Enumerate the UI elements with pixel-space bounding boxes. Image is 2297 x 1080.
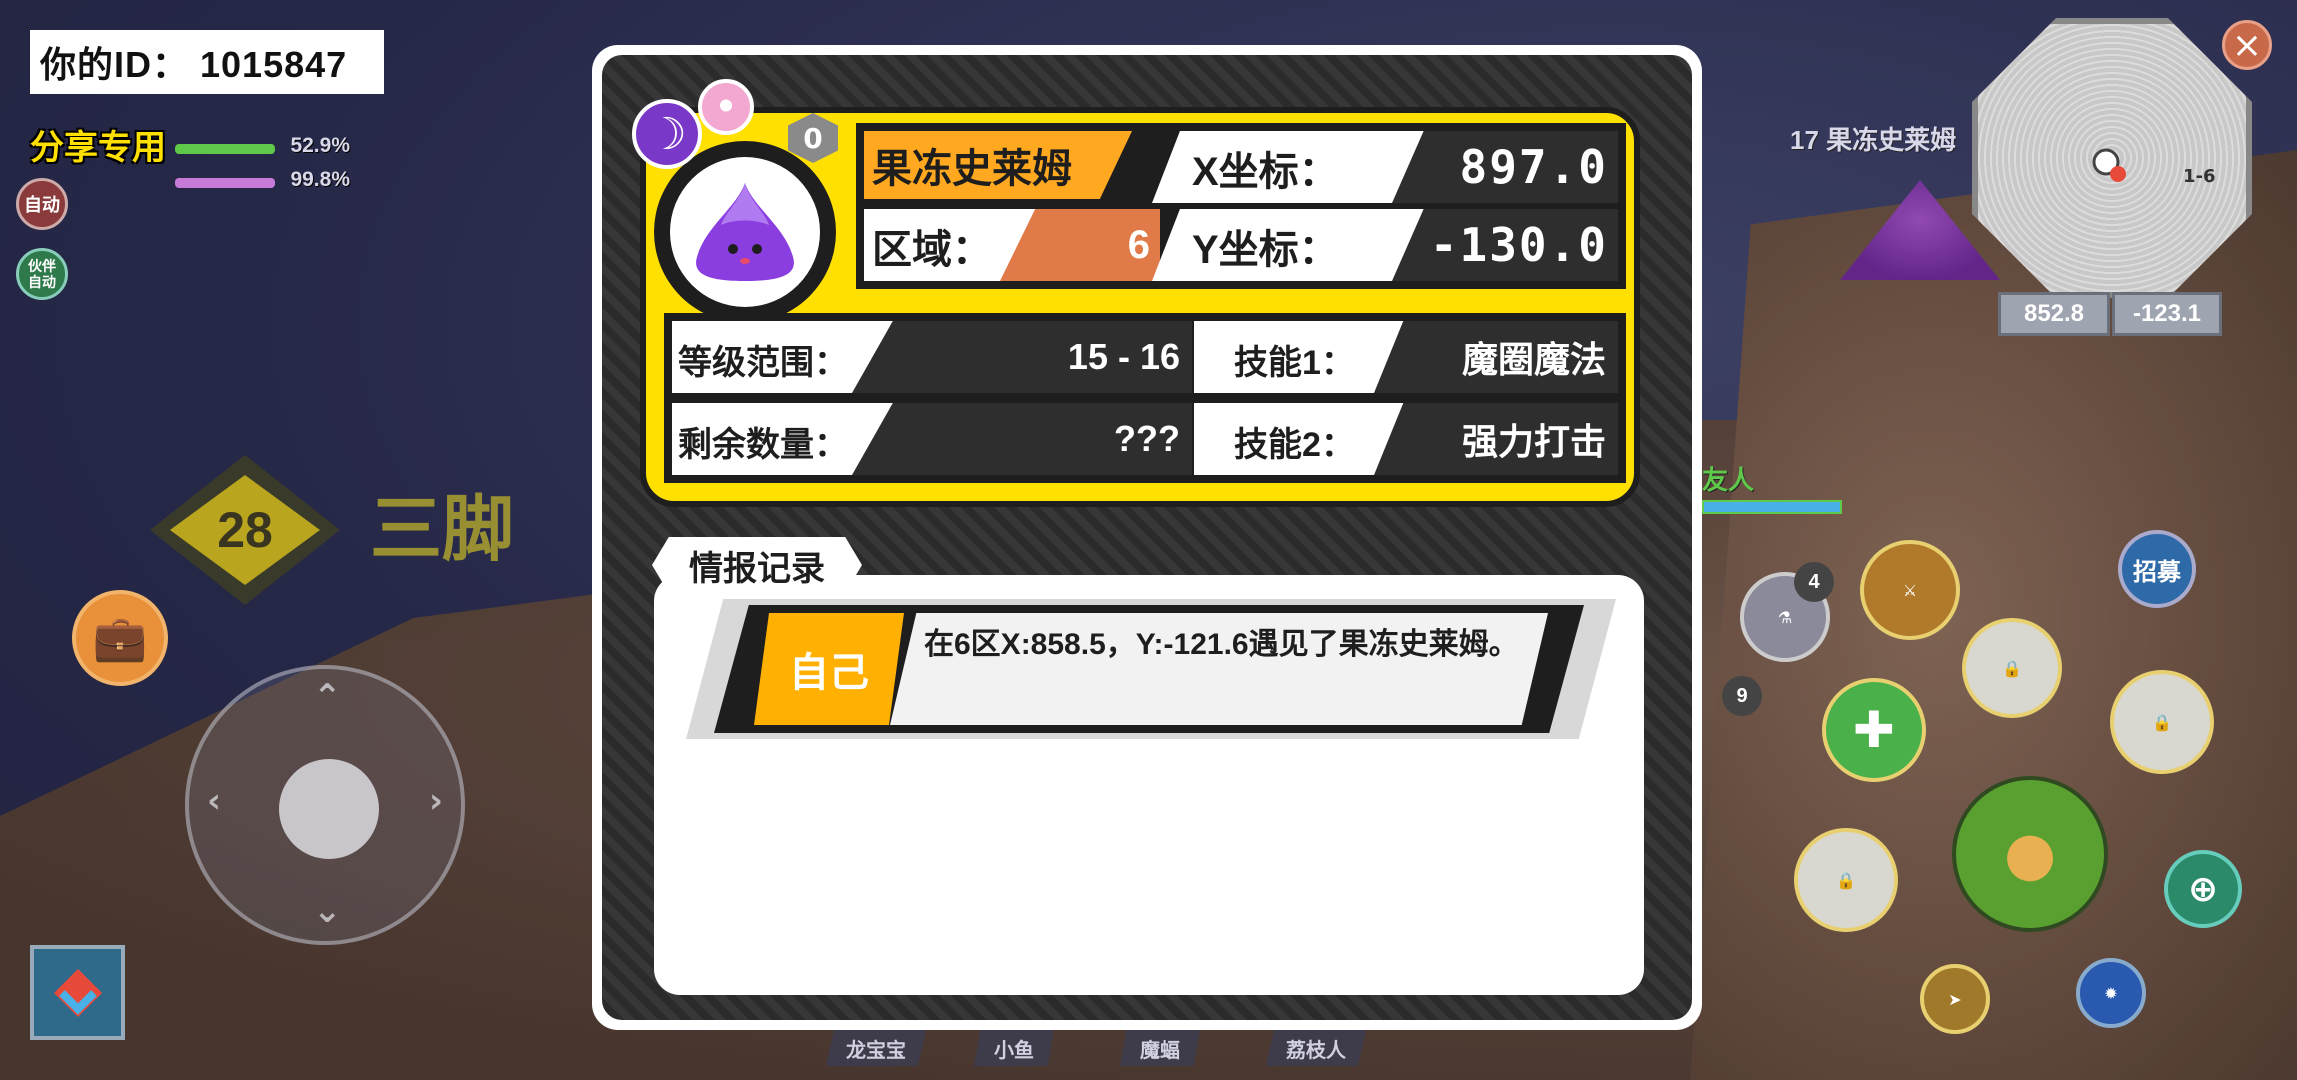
map-toggle-button[interactable]	[30, 945, 125, 1040]
monster-card: ☽ ⚫ 0 果冻史莱姆 区域： 6 X坐标： 897.0 Y坐标： -130.0	[632, 79, 1640, 507]
joystick-down-arrow-icon: ⌄	[313, 891, 342, 931]
player-marker-icon	[2092, 148, 2126, 182]
log-entry-text: 在6区X:858.5，Y:-121.6遇见了果冻史莱姆。	[924, 628, 1519, 661]
remaining-row: 剩余数量： ???	[672, 403, 1192, 475]
area-value: 6	[1000, 209, 1160, 281]
potion-count: 4	[1794, 562, 1834, 602]
minimap[interactable]: 1-6	[1972, 18, 2252, 298]
level-range-value: 15 - 16	[852, 321, 1192, 393]
partner-auto-button[interactable]: 伙伴 自动	[16, 248, 68, 300]
bag-icon: 💼	[92, 613, 148, 664]
level-range-label: 等级范围：	[678, 344, 848, 382]
chat-icon: ⚫	[698, 79, 754, 135]
ally-hp-bar	[1702, 500, 1842, 514]
log-entry: 自己 在6区X:858.5，Y:-121.6遇见了果冻史莱姆。	[686, 599, 1616, 739]
dash-button[interactable]: ➤	[1920, 964, 1990, 1034]
world-target-label: 17 果冻史莱姆	[1790, 125, 1957, 155]
joystick-right-arrow-icon: ›	[429, 781, 444, 821]
bottom-tab-1[interactable]: 小鱼	[974, 1030, 1054, 1066]
monster-stats: 等级范围： 15 - 16 技能1： 魔圈魔法 剩余数量： ??? 技能2： 强…	[664, 313, 1626, 483]
player-coord-x: 852.8	[1998, 292, 2110, 336]
lock-icon: 🔒	[2002, 658, 2022, 678]
hp-bar	[175, 144, 275, 154]
mp-bar	[175, 178, 275, 188]
x-coord-value: 897.0	[1392, 131, 1618, 203]
target-button[interactable]: ⊕	[2164, 850, 2242, 928]
log-entry-frame: 自己 在6区X:858.5，Y:-121.6遇见了果冻史莱姆。	[714, 605, 1584, 733]
crosshair-icon: ⊕	[2187, 868, 2219, 910]
area-label: 区域：	[872, 228, 992, 272]
close-icon: ×	[2231, 24, 2263, 66]
monster-name: 果冻史莱姆	[864, 131, 1132, 199]
intel-log-panel[interactable]: 自己 在6区X:858.5，Y:-121.6遇见了果冻史莱姆。	[654, 575, 1644, 995]
y-coord-row: Y坐标： -130.0	[1152, 209, 1618, 281]
virtual-joystick[interactable]: ⌃ ⌄ ‹ ›	[185, 665, 465, 945]
swirl-icon: ✹	[2104, 983, 2118, 1003]
bullet-icon: ●	[2003, 819, 2057, 889]
log-entry-who: 自己	[754, 613, 904, 725]
joystick-knob[interactable]	[279, 759, 379, 859]
joystick-up-arrow-icon: ⌃	[313, 677, 342, 717]
portrait-ring	[654, 141, 836, 323]
area-row: 区域： 6	[864, 209, 1160, 281]
player-bars: 52.9% 99.8%	[175, 134, 350, 206]
recruit-button[interactable]: 招募	[2118, 530, 2196, 608]
item-count: 9	[1722, 676, 1762, 716]
skill2-label: 技能2：	[1234, 426, 1355, 464]
sword-icon: ⚔	[1902, 580, 1918, 600]
skill1-value: 魔圈魔法	[1374, 321, 1618, 393]
skill2-row: 技能2： 强力打击	[1194, 403, 1618, 475]
intel-log-tab[interactable]: 情报记录	[652, 537, 862, 593]
skill-slot-4[interactable]: 🔒	[1794, 828, 1898, 932]
player-id-box: 你的ID： 1015847	[30, 30, 384, 94]
panel-inner: ☽ ⚫ 0 果冻史莱姆 区域： 6 X坐标： 897.0 Y坐标： -130.0	[602, 55, 1692, 1020]
y-coord-value: -130.0	[1392, 209, 1618, 281]
joystick-left-arrow-icon: ‹	[207, 781, 222, 821]
potion-icon: ⚗	[1777, 607, 1793, 627]
minimap-zone-code: 1-6	[2183, 166, 2216, 187]
moon-icon: ☽	[632, 99, 702, 169]
hp-percent: 52.9%	[290, 134, 350, 157]
monster-portrait	[670, 157, 820, 307]
ally-label: 友人	[1702, 465, 1755, 495]
skill2-value: 强力打击	[1374, 403, 1618, 475]
remaining-value: ???	[852, 403, 1192, 475]
skill1-label: 技能1：	[1234, 344, 1355, 382]
monster-basic-info: 果冻史莱姆 区域： 6 X坐标： 897.0 Y坐标： -130.0	[856, 123, 1626, 289]
world-monster-name: 三脚	[370, 490, 515, 570]
mp-row: 99.8%	[175, 168, 350, 194]
skill-slot-3[interactable]: 🔒	[2110, 670, 2214, 774]
hp-row: 52.9%	[175, 134, 350, 160]
bottom-tab-3[interactable]: 荔枝人	[1266, 1030, 1366, 1066]
run-icon: ➤	[1948, 989, 1962, 1009]
y-coord-label: Y坐标：	[1192, 228, 1339, 272]
heal-skill-button[interactable]: ✚	[1822, 678, 1926, 782]
auto-button[interactable]: 自动	[16, 178, 68, 230]
player-coord-y: -123.1	[2112, 292, 2222, 336]
bag-button[interactable]: 💼	[72, 590, 168, 686]
monster-info-panel: ☽ ⚫ 0 果冻史莱姆 区域： 6 X坐标： 897.0 Y坐标： -130.0	[592, 45, 1702, 1030]
x-coord-label: X坐标：	[1192, 150, 1339, 194]
heart-plus-icon: ✚	[1853, 701, 1895, 759]
diamond-icon	[53, 968, 102, 1017]
x-coord-row: X坐标： 897.0	[1152, 131, 1618, 203]
bottom-tab-0[interactable]: 龙宝宝	[826, 1030, 926, 1066]
close-button[interactable]: ×	[2222, 20, 2272, 70]
remaining-label: 剩余数量：	[678, 426, 848, 464]
skill-slot-2[interactable]: 🔒	[1962, 618, 2062, 718]
mp-percent: 99.8%	[290, 168, 350, 191]
skill1-row: 技能1： 魔圈魔法	[1194, 321, 1618, 393]
level-range-row: 等级范围： 15 - 16	[672, 321, 1192, 393]
skill-slot-1[interactable]: ⚔	[1860, 540, 1960, 640]
lock-icon: 🔒	[2152, 712, 2172, 732]
bottom-tab-2[interactable]: 魔蝠	[1120, 1030, 1200, 1066]
share-label: 分享专用	[30, 129, 166, 167]
intel-log-title: 情报记录	[689, 549, 825, 588]
slime-icon	[696, 183, 794, 281]
special-button[interactable]: ✹	[2076, 958, 2146, 1028]
attack-button[interactable]: ●	[1952, 776, 2108, 932]
lock-icon: 🔒	[1836, 870, 1856, 890]
